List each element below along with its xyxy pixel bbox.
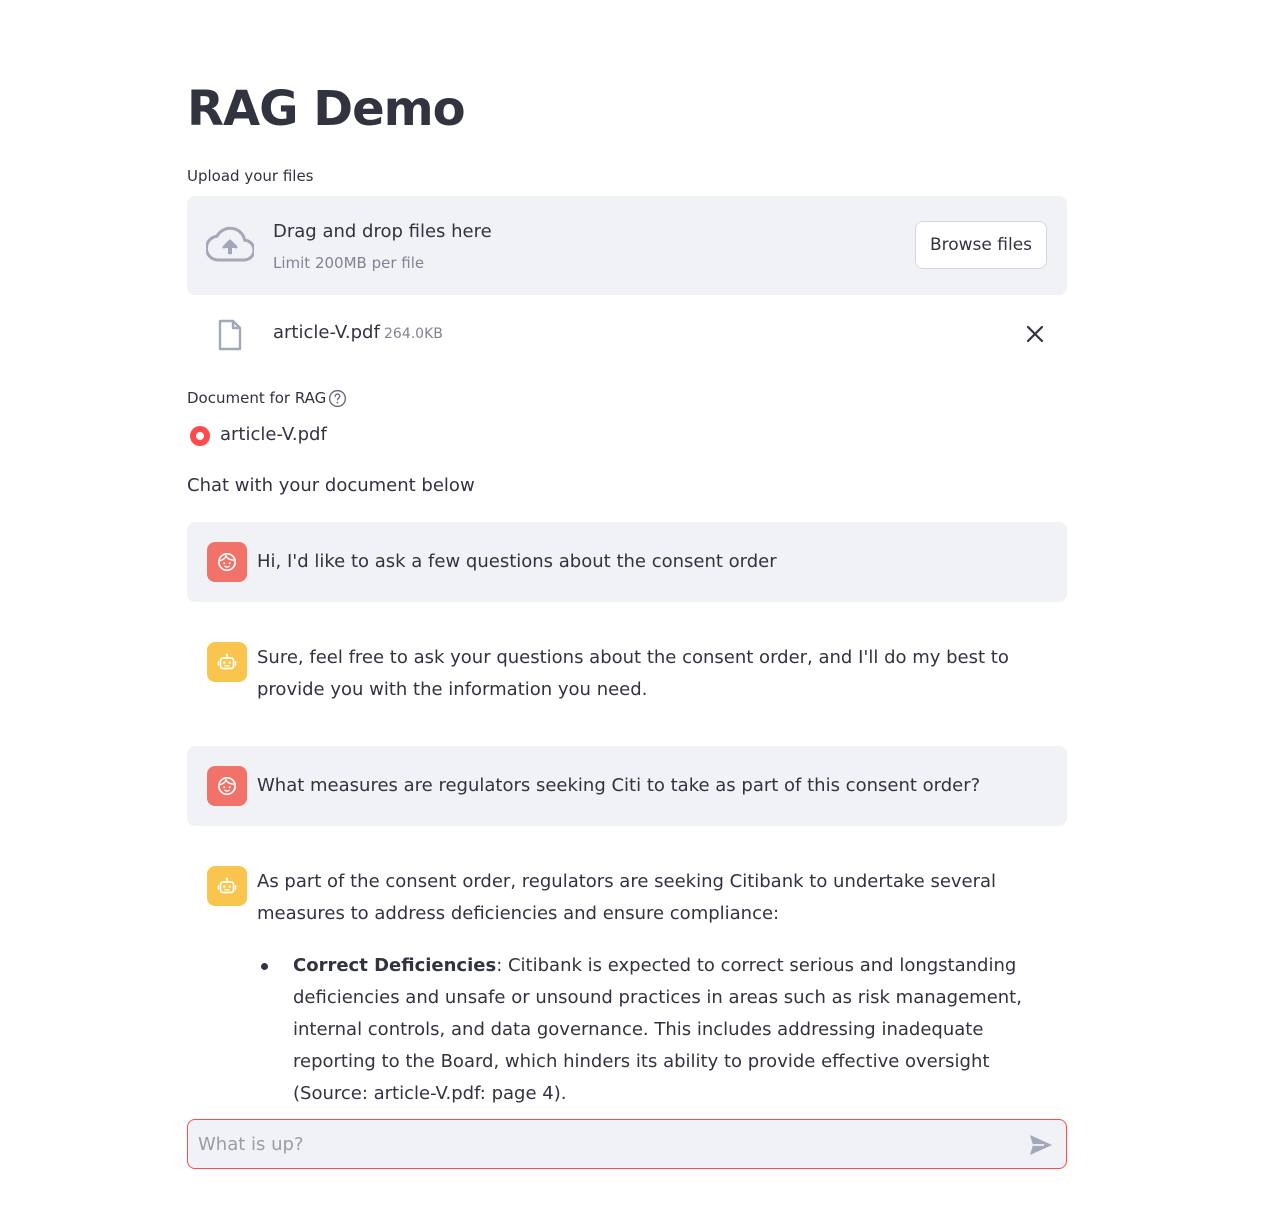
document-radio-label: article-V.pdf (220, 424, 327, 445)
message-text: What measures are regulators seeking Cit… (257, 775, 981, 796)
message-text: Hi, I'd like to ask a few questions abou… (257, 551, 777, 572)
bullet-text: Correct Deficiencies: Citibank is expect… (293, 950, 1067, 1110)
document-select-label: Document for RAG (187, 389, 327, 407)
bullet-dot (261, 963, 268, 970)
bullet-bold-term: Correct Deficiencies (293, 955, 497, 976)
radio-selected-indicator[interactable] (190, 426, 210, 446)
assistant-avatar (207, 642, 247, 682)
chat-intro-text: Chat with your document below (187, 475, 475, 496)
chat-input-box[interactable] (187, 1119, 1067, 1169)
user-avatar (207, 542, 247, 582)
dropzone-title: Drag and drop files here (273, 221, 492, 242)
user-avatar (207, 766, 247, 806)
send-icon[interactable] (1028, 1132, 1054, 1158)
face-icon (217, 552, 237, 572)
uploaded-file-row: article-V.pdf 264.0KB (187, 310, 1067, 358)
file-icon (218, 319, 242, 351)
message-text: As part of the consent order, regulators… (257, 871, 997, 924)
message-text: Sure, feel free to ask your questions ab… (257, 647, 1009, 700)
chat-message-assistant: Sure, feel free to ask your questions ab… (187, 618, 1067, 726)
browse-files-button[interactable]: Browse files (915, 221, 1047, 269)
help-icon[interactable] (328, 389, 347, 408)
chat-message-user: Hi, I'd like to ask a few questions abou… (187, 522, 1067, 602)
uploaded-file-name: article-V.pdf (273, 322, 380, 343)
chat-message-assistant: As part of the consent order, regulators… (187, 842, 1067, 1104)
uploaded-file-size: 264.0KB (384, 326, 443, 342)
dropzone-subtitle: Limit 200MB per file (273, 254, 425, 272)
robot-icon (217, 877, 237, 894)
face-icon (217, 776, 237, 796)
chat-input-field[interactable] (198, 1120, 1018, 1168)
document-radio-option[interactable]: article-V.pdf (187, 422, 487, 448)
remove-file-icon[interactable] (1023, 322, 1047, 346)
bullet-body: : Citibank is expected to correct seriou… (293, 955, 1022, 1104)
page-title: RAG Demo (187, 81, 466, 137)
chat-message-user: What measures are regulators seeking Cit… (187, 746, 1067, 826)
robot-icon (217, 653, 237, 670)
bullet-list: Correct Deficiencies: Citibank is expect… (257, 950, 1067, 1104)
uploader-label: Upload your files (187, 167, 314, 185)
cloud-upload-icon (206, 226, 254, 262)
assistant-avatar (207, 866, 247, 906)
